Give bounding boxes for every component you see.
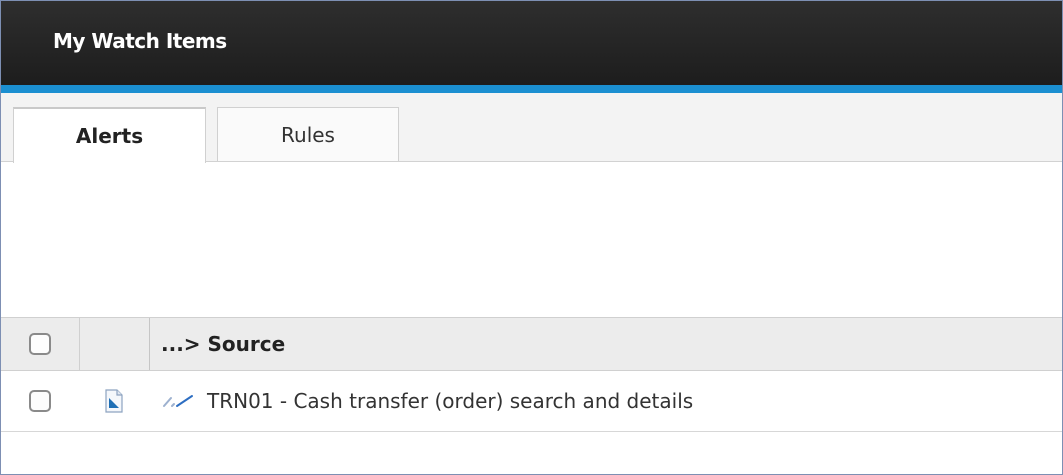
row-source-cell[interactable]: TRN01 - Cash transfer (order) search and… <box>161 371 1062 431</box>
source-column-label: ...> Source <box>161 332 286 356</box>
row-checkbox[interactable] <box>29 390 51 412</box>
row-source-text: TRN01 - Cash transfer (order) search and… <box>207 389 694 413</box>
header-check-cell <box>1 318 80 370</box>
table-row[interactable]: TRN01 - Cash transfer (order) search and… <box>1 371 1062 432</box>
source-column-header[interactable]: ...> Source <box>161 318 1062 370</box>
tab-alerts-label: Alerts <box>75 124 144 148</box>
table-header-row: ...> Source <box>1 317 1062 371</box>
accent-bar <box>1 85 1062 93</box>
alerts-table: ...> Source TRN01 - Cash transfer (order… <box>1 317 1062 432</box>
row-check-cell <box>1 371 79 431</box>
header-icon-cell <box>79 318 150 370</box>
tab-alerts[interactable]: Alerts <box>13 107 206 163</box>
link-icon <box>163 395 193 407</box>
window-title: My Watch Items <box>53 29 227 53</box>
tab-rules-label: Rules <box>281 122 335 147</box>
title-bar: My Watch Items <box>1 1 1062 85</box>
row-icon-cell <box>79 371 149 431</box>
watch-items-window: My Watch Items Alerts Rules ...> Source <box>0 0 1063 475</box>
document-icon <box>105 389 123 413</box>
tab-strip: Alerts Rules <box>1 93 1062 163</box>
tab-rules[interactable]: Rules <box>217 107 399 161</box>
select-all-checkbox[interactable] <box>29 333 51 355</box>
